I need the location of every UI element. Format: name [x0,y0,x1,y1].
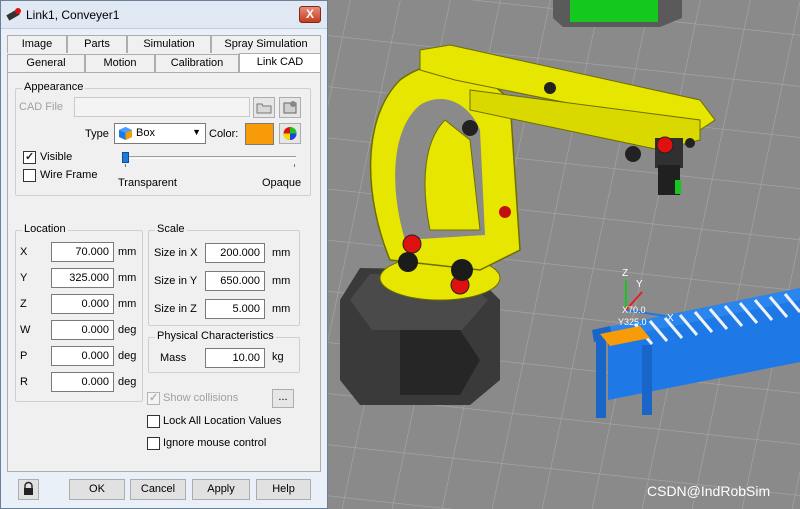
axis-y-label: Y [636,279,643,290]
axis-x-label: X [667,313,674,324]
tab-motion[interactable]: Motion [85,54,155,72]
tab-spray-simulation[interactable]: Spray Simulation [211,35,321,53]
open-folder-button[interactable] [253,97,275,118]
size-z-input[interactable]: 5.000 [205,299,265,319]
color-picker-button[interactable] [279,123,301,144]
location-y-input[interactable]: 325.000 [51,268,114,288]
location-w-input[interactable]: 0.000 [51,320,114,340]
location-title: Location [22,223,68,235]
physical-title: Physical Characteristics [155,330,276,342]
lock-location-checkbox[interactable] [147,415,160,428]
color-wheel-icon [283,127,297,140]
size-y-label: Size in Y [154,275,198,287]
ok-button[interactable]: OK [69,479,125,500]
size-z-label: Size in Z [154,303,197,315]
location-r-label: R [20,376,28,388]
mass-input[interactable]: 10.00 [205,348,265,368]
folder-icon [256,103,272,114]
location-w-unit: deg [118,324,137,336]
scale-title: Scale [155,223,187,235]
axis-readout-x: X70.0 [622,305,646,315]
size-x-input[interactable]: 200.000 [205,243,265,263]
location-z-input[interactable]: 0.000 [51,294,114,314]
location-w-label: W [20,324,31,336]
box-shape-icon [119,127,132,140]
chevron-down-icon: ▼ [192,127,201,137]
location-r-input[interactable]: 0.000 [51,372,114,392]
tab-general[interactable]: General [7,54,85,72]
location-y-unit: mm [118,272,137,284]
location-p-input[interactable]: 0.000 [51,346,114,366]
collisions-more-button[interactable]: ... [272,389,294,408]
type-value: Box [136,127,155,139]
size-y-input[interactable]: 650.000 [205,271,265,291]
size-x-label: Size in X [154,247,198,259]
tab-simulation[interactable]: Simulation [127,35,211,53]
tab-parts[interactable]: Parts [67,35,127,53]
tab-link-cad[interactable]: Link CAD [239,53,321,72]
ignore-mouse-checkbox[interactable] [147,437,160,450]
window-title: Link1, Conveyer1 [26,8,120,22]
location-x-input[interactable]: 70.000 [51,242,114,262]
size-x-unit: mm [272,247,291,259]
ignore-mouse-label: Ignore mouse control [163,437,267,449]
mass-label: Mass [160,352,187,364]
location-z-label: Z [20,298,27,310]
cad-file-label: CAD File [19,101,64,113]
library-icon [283,101,297,114]
cancel-button[interactable]: Cancel [130,479,186,500]
cad-library-button[interactable] [279,97,301,118]
mass-unit: kg [272,351,284,363]
wireframe-checkbox[interactable] [23,169,36,182]
checkmark-icon: ✓ [149,392,159,404]
location-p-label: P [20,350,28,362]
type-select[interactable]: Box ▼ [114,123,206,144]
close-button[interactable]: X [299,6,321,23]
show-collisions-label: Show collisions [163,392,239,404]
properties-dialog: Link1, Conveyer1 X Image Parts Simulatio… [0,0,328,509]
tab-calibration[interactable]: Calibration [155,54,239,72]
visible-checkbox[interactable]: ✓ [23,151,36,164]
location-p-unit: deg [118,350,137,362]
help-button[interactable]: Help [256,479,311,500]
title-bar[interactable]: Link1, Conveyer1 X [1,1,327,29]
lock-location-label: Lock All Location Values [163,415,282,427]
checkmark-icon: ✓ [25,151,35,163]
watermark: CSDN@IndRobSim [647,483,770,499]
location-x-label: X [20,246,28,258]
color-label: Color: [209,128,239,140]
axis-z-label: Z [622,268,628,279]
location-z-unit: mm [118,298,137,310]
cad-file-input[interactable] [74,97,250,117]
type-label: Type [85,128,109,140]
lock-button[interactable] [18,479,39,500]
transparent-label: Transparent [118,177,177,189]
size-z-unit: mm [272,303,291,315]
transparency-slider-thumb[interactable] [122,152,129,163]
location-y-label: Y [20,272,28,284]
show-collisions-checkbox[interactable]: ✓ [147,392,160,405]
location-x-unit: mm [118,246,137,258]
robot-link-icon [6,8,21,21]
green-workcell-object [553,0,682,27]
color-swatch[interactable] [245,123,274,145]
size-y-unit: mm [272,275,291,287]
appearance-title: Appearance [22,81,86,93]
location-r-unit: deg [118,376,137,388]
apply-button[interactable]: Apply [192,479,250,500]
transparency-slider-track[interactable] [122,156,296,159]
tab-image[interactable]: Image [7,35,67,53]
slider-tick [294,164,295,167]
wireframe-label: Wire Frame [40,169,98,181]
lock-icon [24,481,33,495]
axis-readout-y: Y325.0 [618,317,647,327]
opaque-label: Opaque [262,177,302,189]
visible-label: Visible [40,151,73,163]
slider-tick [125,164,126,167]
